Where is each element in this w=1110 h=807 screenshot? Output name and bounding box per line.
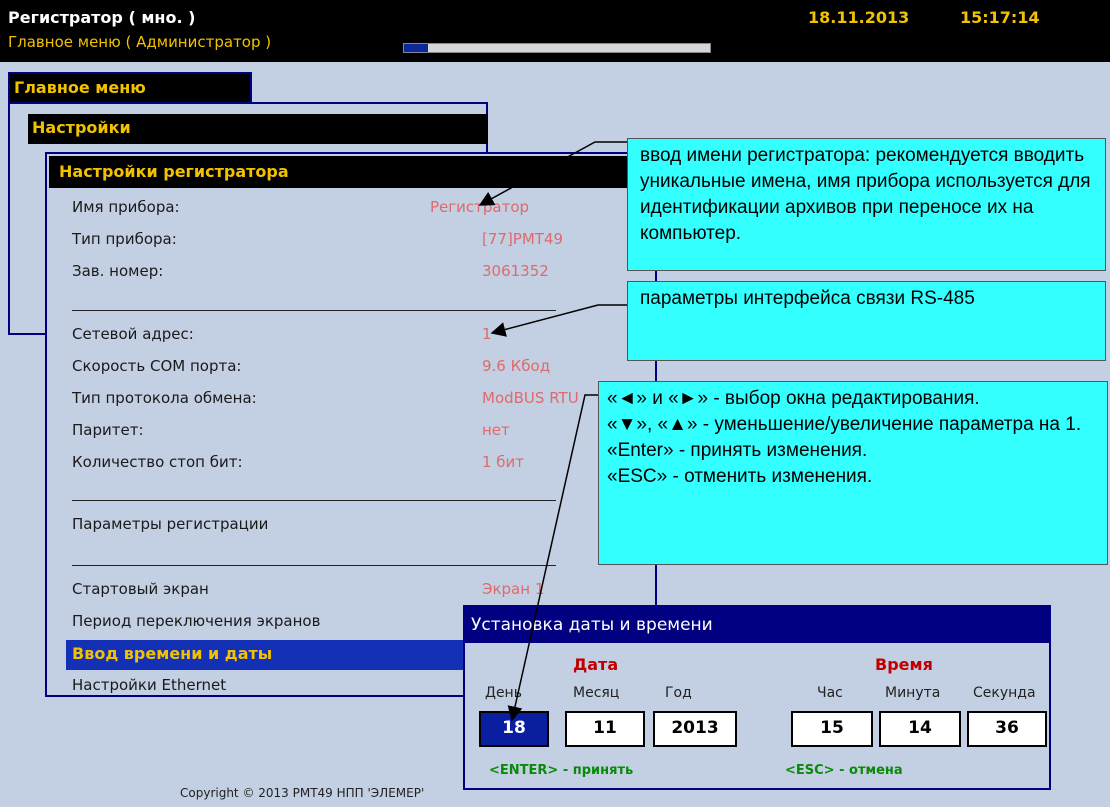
callout-arrows: [478, 141, 627, 722]
arrow-to-net-address: [490, 304, 627, 337]
device-screen: Регистратор ( мно. ) Главное меню ( Адми…: [0, 0, 1110, 807]
arrow-to-day-field: [507, 394, 598, 722]
arrow-to-device-name: [478, 141, 627, 206]
